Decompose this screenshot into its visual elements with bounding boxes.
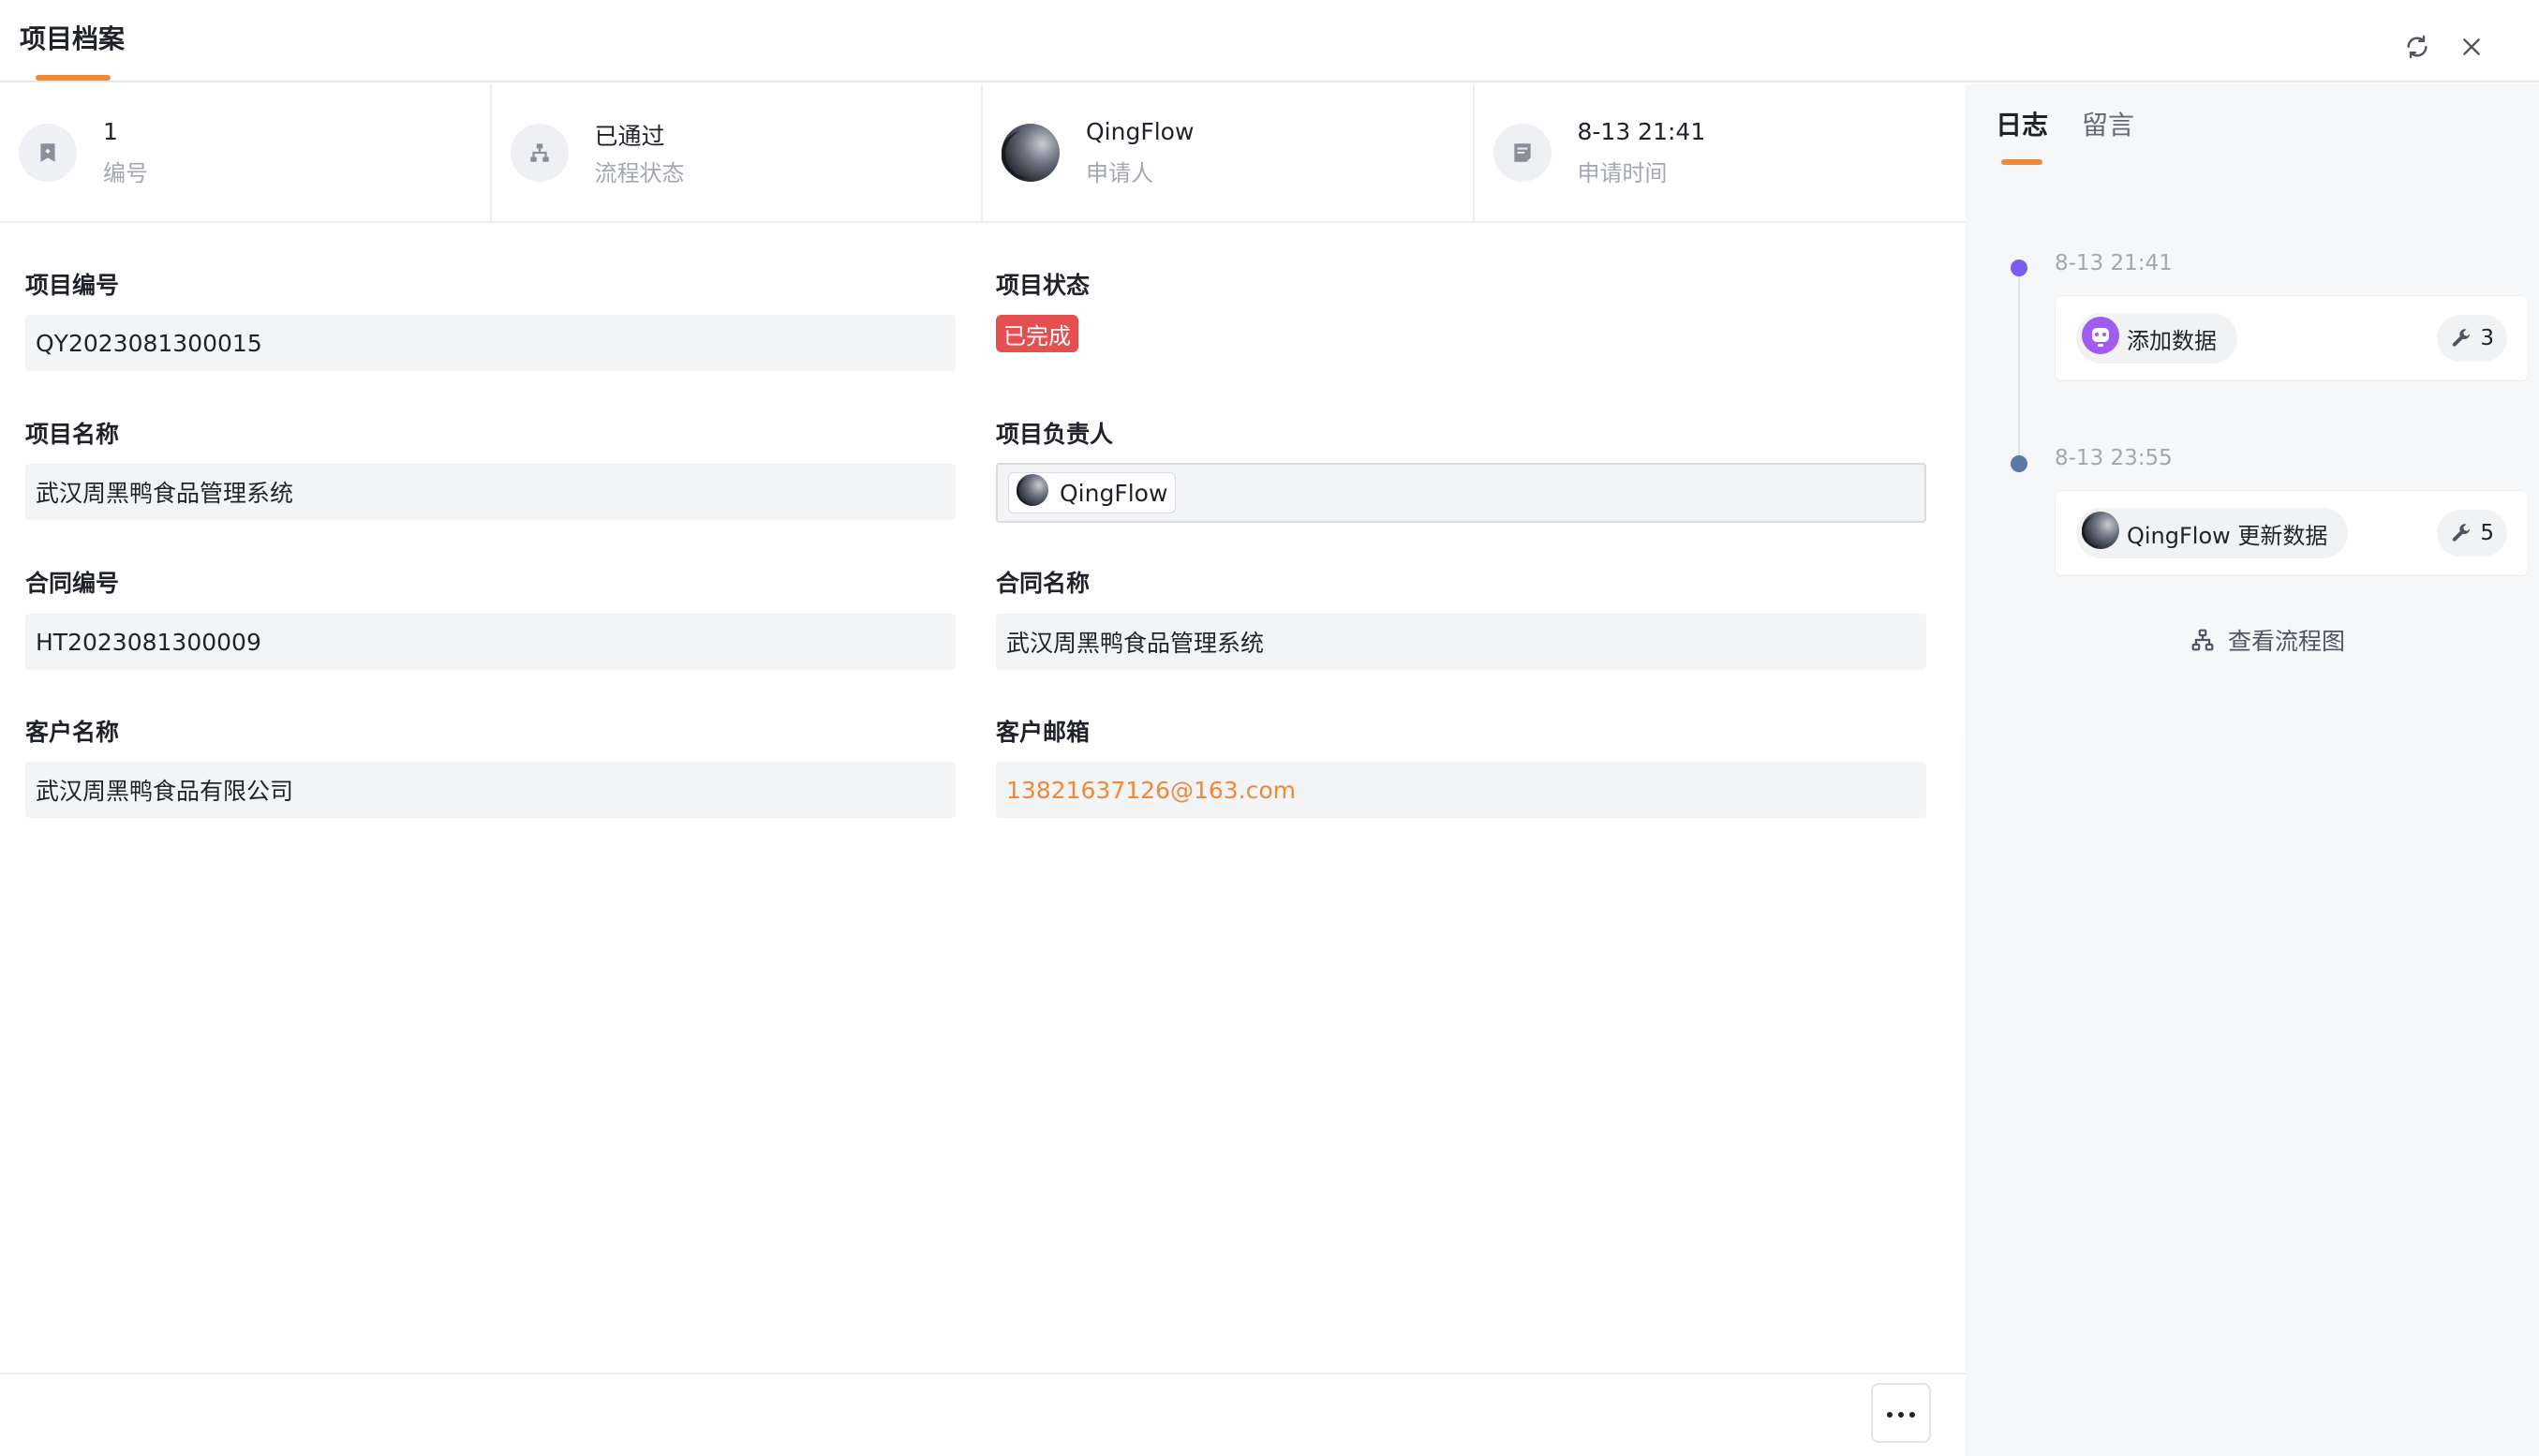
refresh-icon	[2404, 34, 2430, 60]
avatar	[1016, 474, 1048, 512]
robot-icon	[2082, 317, 2119, 360]
timeline-card: 添加数据 3	[2055, 295, 2529, 381]
timeline-action-chip: 添加数据	[2076, 313, 2237, 364]
summary-applicant: QingFlow 申请人	[983, 84, 1475, 221]
timeline-field-count[interactable]: 3	[2437, 315, 2507, 362]
field-contract-no[interactable]: HT2023081300009	[25, 614, 956, 670]
more-button[interactable]	[1871, 1383, 1931, 1443]
tab-log[interactable]: 日志	[1996, 105, 2048, 142]
email-link[interactable]: 13821637126@163.com	[1006, 777, 1296, 804]
field-label-contract-no: 合同编号	[25, 570, 120, 597]
activity-panel: 日志 留言 8-13 21:41 添加数据 3 8-13 23:55 QingF…	[1966, 84, 2539, 1456]
field-customer-name[interactable]: 武汉周黑鸭食品有限公司	[25, 762, 956, 818]
timeline-dot	[2011, 260, 2027, 276]
close-icon	[2459, 35, 2484, 59]
timeline-field-count[interactable]: 5	[2437, 510, 2507, 557]
tab-comments[interactable]: 留言	[2082, 105, 2134, 142]
header-bar: 项目档案	[0, 0, 2539, 82]
field-project-owner[interactable]: QingFlow	[996, 463, 1926, 523]
summary-number: 1 编号	[0, 84, 492, 221]
tab-underline	[2001, 159, 2042, 165]
summary-flow-status: 已通过 流程状态	[492, 84, 983, 221]
timeline-dot	[2011, 455, 2027, 472]
timeline-line	[2018, 270, 2020, 467]
title-underline	[36, 75, 111, 81]
field-contract-name[interactable]: 武汉周黑鸭食品管理系统	[996, 614, 1926, 670]
more-icon	[1886, 1404, 1916, 1422]
field-label-contract-name: 合同名称	[996, 570, 1091, 597]
user-chip[interactable]: QingFlow	[1008, 472, 1177, 513]
summary-apply-time: 8-13 21:41 申请时间	[1475, 84, 1966, 221]
field-label-project-owner: 项目负责人	[996, 421, 1114, 448]
field-customer-email[interactable]: 13821637126@163.com	[996, 762, 1926, 818]
field-label-project-name: 项目名称	[25, 421, 120, 448]
field-label-project-no: 项目编号	[25, 272, 120, 299]
view-flowchart-link[interactable]: 查看流程图	[2190, 623, 2345, 657]
user-chip-name: QingFlow	[1060, 479, 1168, 507]
wrench-icon	[2453, 329, 2471, 347]
avatar	[1002, 124, 1060, 182]
timeline-card: QingFlow 更新数据 5	[2055, 490, 2529, 576]
field-project-no[interactable]: QY2023081300015	[25, 315, 956, 371]
timeline-time: 8-13 23:55	[2055, 446, 2173, 470]
tag-icon	[19, 124, 77, 182]
field-label-project-status: 项目状态	[996, 272, 1091, 299]
timeline-time: 8-13 21:41	[2055, 251, 2173, 275]
field-label-customer-name: 客户名称	[25, 719, 120, 746]
field-project-name[interactable]: 武汉周黑鸭食品管理系统	[25, 464, 956, 520]
timeline-action-chip: QingFlow 更新数据	[2076, 508, 2349, 558]
wrench-icon	[2453, 524, 2471, 542]
refresh-button[interactable]	[2398, 28, 2436, 66]
record-panel: 1 编号 已通过 流程状态 QingFlow 申请人 8-13 21:41 申请…	[0, 84, 1966, 1456]
flow-icon	[510, 124, 569, 182]
form-icon	[1492, 124, 1552, 182]
field-label-customer-email: 客户邮箱	[996, 719, 1091, 746]
flowchart-icon	[2191, 629, 2214, 651]
page-title: 项目档案	[20, 23, 126, 54]
summary-bar: 1 编号 已通过 流程状态 QingFlow 申请人 8-13 21:41 申请…	[0, 84, 1966, 223]
close-button[interactable]	[2453, 28, 2490, 66]
avatar	[2081, 512, 2119, 555]
footer-divider	[0, 1373, 1966, 1374]
status-badge: 已完成	[996, 315, 1078, 352]
